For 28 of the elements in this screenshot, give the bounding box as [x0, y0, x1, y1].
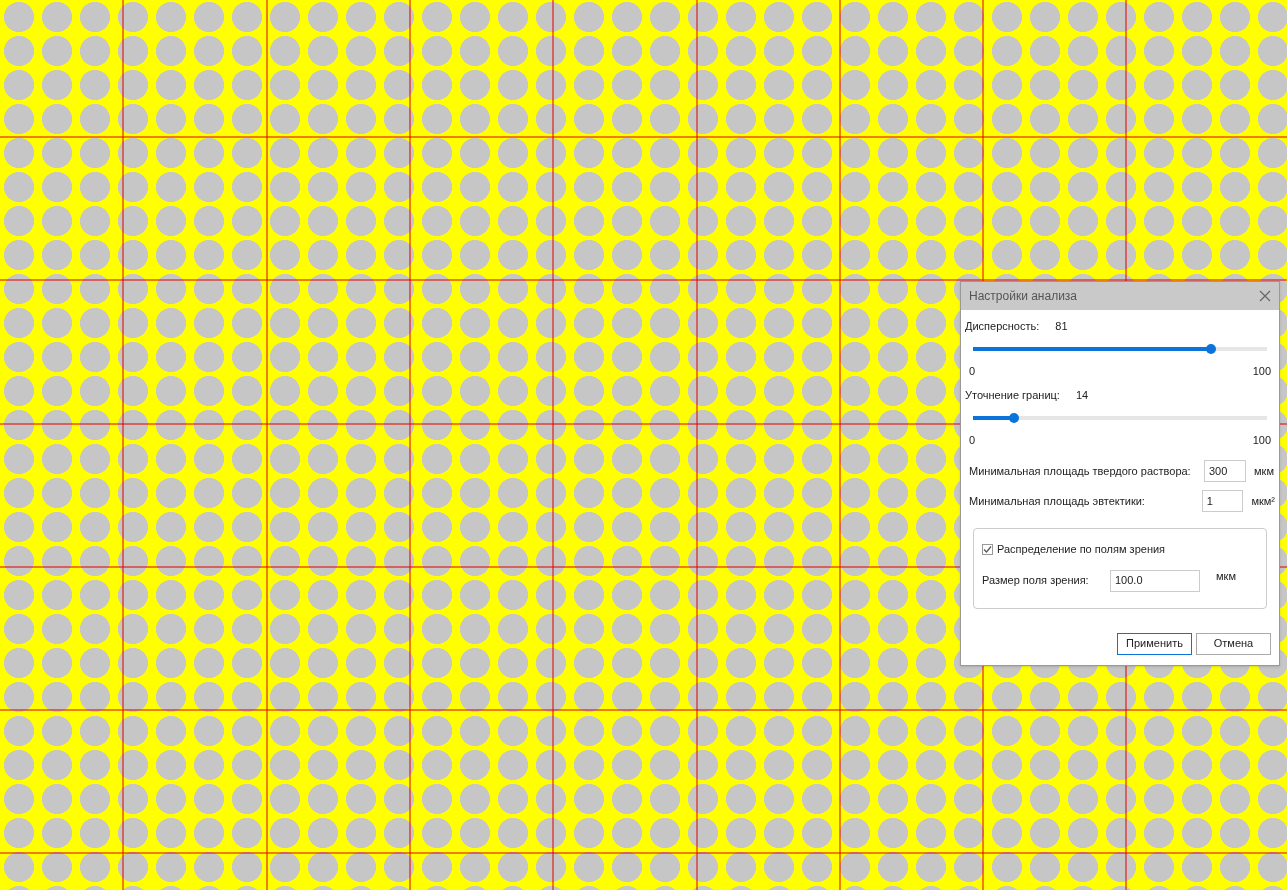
apply-button[interactable]: Применить	[1117, 632, 1192, 655]
slider-min-label: 0	[969, 432, 976, 448]
input-field[interactable]: 1	[1201, 490, 1244, 512]
input-field[interactable]: 100.0	[1110, 569, 1200, 592]
input-field[interactable]: 300	[1204, 460, 1246, 482]
slider-track[interactable]	[973, 346, 1267, 351]
close-icon[interactable]	[1259, 290, 1271, 302]
slider-reading: 14	[1075, 388, 1089, 403]
checkmark-icon	[983, 544, 992, 554]
dialog-title: Настройки анализа	[969, 288, 1078, 305]
checkbox-label: Распределение по полям зрения	[997, 542, 1166, 557]
slider-max-label: 100	[1252, 432, 1271, 448]
slider-label: Уточнение границ:	[965, 388, 1060, 403]
slider-label: Дисперсность:	[965, 319, 1040, 334]
checkbox[interactable]	[982, 543, 993, 555]
unit-label: мкм	[1254, 463, 1274, 479]
field-label: Минимальная площадь твердого раствора:	[969, 463, 1192, 479]
slider-min-label: 0	[969, 363, 976, 379]
slider-thumb[interactable]	[1206, 343, 1217, 354]
unit-label: мкм²	[1251, 493, 1275, 509]
slider-reading: 81	[1055, 319, 1068, 334]
field-label: Минимальная площадь эвтектики:	[969, 493, 1146, 509]
slider-track[interactable]	[973, 415, 1267, 420]
slider-thumb[interactable]	[1009, 412, 1020, 423]
slider-max-label: 100	[1252, 363, 1271, 379]
cancel-button[interactable]: Отмена	[1196, 632, 1271, 655]
unit-label: мкм	[1216, 569, 1236, 585]
field-label: Размер поля зрения:	[982, 573, 1090, 589]
